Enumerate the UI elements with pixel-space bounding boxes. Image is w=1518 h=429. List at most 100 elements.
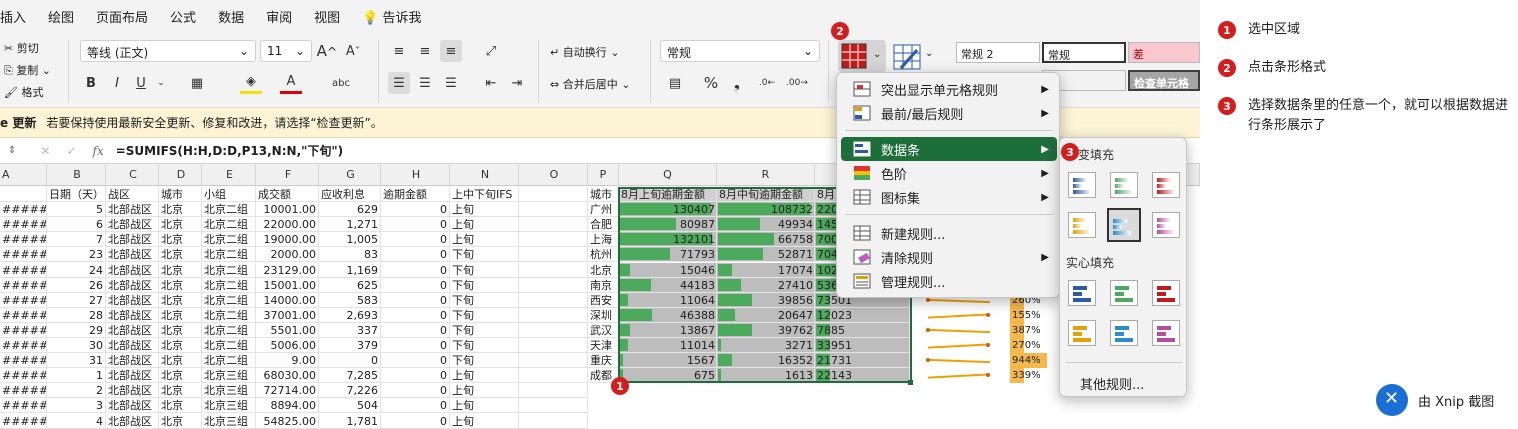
table-cell[interactable]: 1 — [47, 368, 106, 384]
italic-button[interactable]: I — [106, 72, 128, 94]
cut-button[interactable]: ✂ 剪切 — [4, 40, 39, 56]
format-painter-button[interactable]: 🖌 格式 — [4, 84, 43, 100]
column-header[interactable]: P — [588, 164, 619, 186]
table-cell[interactable]: 北部战区 — [106, 413, 159, 429]
column-header[interactable]: N — [450, 164, 519, 186]
table-cell[interactable]: 北京 — [159, 368, 202, 384]
more-rules-item[interactable]: 其他规则... — [1080, 374, 1144, 393]
pivot-city[interactable]: 天津 — [588, 338, 619, 353]
table-cell[interactable]: 北京三组 — [202, 383, 256, 399]
pivot-city[interactable]: 合肥 — [588, 217, 619, 233]
header-cell[interactable]: 应收利息 — [319, 187, 381, 202]
table-cell[interactable]: 0 — [381, 247, 450, 263]
table-cell[interactable]: 上旬 — [450, 383, 519, 399]
table-cell[interactable]: ###### — [0, 262, 47, 278]
table-cell[interactable]: ###### — [0, 338, 47, 353]
solid-data-bar-option[interactable] — [1068, 320, 1096, 346]
table-cell[interactable]: 1,781 — [319, 413, 381, 429]
table-cell[interactable]: 22000.00 — [256, 217, 319, 233]
table-cell[interactable]: 0 — [319, 353, 381, 369]
percent-button[interactable]: % — [700, 72, 722, 94]
table-cell[interactable]: 上旬 — [450, 398, 519, 414]
format-as-table-button[interactable] — [890, 42, 924, 72]
table-cell[interactable]: 0 — [381, 202, 450, 218]
menu-highlight-cells-rules[interactable]: 突出显示单元格规则 ▶ — [841, 77, 1057, 101]
style-normal[interactable]: 常规 — [1042, 42, 1126, 63]
header-cell[interactable]: 成交额 — [256, 187, 319, 202]
phonetic-button[interactable]: abc — [330, 72, 352, 94]
fill-color-button[interactable]: ◈ — [240, 72, 262, 94]
confirm-icon[interactable]: ✓ — [66, 144, 76, 158]
gradient-data-bar-option[interactable] — [1068, 212, 1096, 238]
style-bad[interactable]: 差 — [1128, 42, 1200, 63]
table-cell[interactable]: 1,005 — [319, 232, 381, 248]
table-cell[interactable]: 北部战区 — [106, 307, 159, 323]
cancel-icon[interactable]: ✕ — [40, 144, 50, 158]
header-cell[interactable]: 战区 — [106, 187, 159, 202]
table-cell[interactable]: 北京二组 — [202, 262, 256, 278]
table-cell[interactable]: 北京二组 — [202, 307, 256, 323]
table-cell[interactable]: 29 — [47, 322, 106, 338]
table-cell[interactable]: 583 — [319, 292, 381, 308]
percent-cell[interactable]: 387% — [1010, 322, 1056, 338]
table-cell[interactable]: 北部战区 — [106, 353, 159, 369]
header-cell[interactable] — [519, 187, 588, 202]
table-cell[interactable]: 北京 — [159, 398, 202, 414]
table-cell[interactable]: 0 — [381, 353, 450, 369]
pivot-header[interactable]: 城市 — [588, 187, 619, 202]
table-cell[interactable]: 2 — [47, 383, 106, 399]
formula-input[interactable]: =SUMIFS(H:H,D:D,P13,N:N,"下旬") — [116, 142, 343, 159]
table-cell[interactable]: 北京二组 — [202, 292, 256, 308]
table-cell[interactable]: 北京 — [159, 232, 202, 248]
copy-button[interactable]: ⎘ 复制 ⌄ — [4, 62, 51, 78]
table-cell[interactable]: 北部战区 — [106, 338, 159, 353]
table-cell[interactable]: 北京二组 — [202, 202, 256, 218]
number-format-select[interactable]: 常规 ⌄ — [660, 40, 820, 62]
table-cell[interactable]: 28 — [47, 307, 106, 323]
menu-data[interactable]: 数据 — [218, 7, 244, 26]
header-cell[interactable]: 城市 — [159, 187, 202, 202]
table-cell[interactable]: 68030.00 — [256, 368, 319, 384]
table-cell[interactable]: 北京三组 — [202, 398, 256, 414]
table-cell[interactable]: 31 — [47, 353, 106, 369]
table-cell[interactable]: 629 — [319, 202, 381, 218]
table-cell[interactable] — [519, 232, 588, 248]
table-cell[interactable]: 北部战区 — [106, 247, 159, 263]
gradient-data-bar-option[interactable] — [1152, 212, 1180, 238]
table-cell[interactable] — [519, 383, 588, 399]
align-center-button[interactable]: ☰ — [414, 72, 436, 94]
table-cell[interactable]: 2000.00 — [256, 247, 319, 263]
table-cell[interactable]: 北部战区 — [106, 262, 159, 278]
table-cell[interactable]: 上旬 — [450, 413, 519, 429]
table-cell[interactable] — [519, 247, 588, 263]
percent-cell[interactable]: 155% — [1010, 307, 1056, 323]
column-header[interactable]: D — [159, 164, 202, 186]
header-cell[interactable] — [0, 187, 47, 202]
table-cell[interactable]: 5 — [47, 202, 106, 218]
table-cell[interactable]: 上旬 — [450, 232, 519, 248]
table-cell[interactable]: 北京二组 — [202, 353, 256, 369]
table-cell[interactable]: 下旬 — [450, 307, 519, 323]
pivot-city[interactable]: 杭州 — [588, 247, 619, 263]
pivot-city[interactable]: 重庆 — [588, 353, 619, 369]
table-cell[interactable]: 北京 — [159, 413, 202, 429]
table-cell[interactable]: 23129.00 — [256, 262, 319, 278]
table-cell[interactable]: 0 — [381, 277, 450, 293]
table-cell[interactable]: ###### — [0, 398, 47, 414]
table-cell[interactable]: 0 — [381, 368, 450, 384]
table-cell[interactable] — [519, 262, 588, 278]
table-cell[interactable]: 625 — [319, 277, 381, 293]
table-cell[interactable]: 7 — [47, 232, 106, 248]
table-cell[interactable]: 8894.00 — [256, 398, 319, 414]
table-cell[interactable] — [519, 277, 588, 293]
decrease-indent-button[interactable]: ⇤ — [480, 72, 502, 94]
solid-data-bar-option[interactable] — [1152, 280, 1180, 306]
table-cell[interactable]: 24 — [47, 262, 106, 278]
table-cell[interactable]: 下旬 — [450, 338, 519, 353]
table-cell[interactable]: ###### — [0, 202, 47, 218]
table-cell[interactable]: 1,271 — [319, 217, 381, 233]
menu-data-bars[interactable]: 数据条 ▶ — [841, 137, 1057, 161]
table-cell[interactable] — [519, 322, 588, 338]
orientation-button[interactable]: ⤢ — [480, 40, 502, 62]
table-cell[interactable]: 北京二组 — [202, 247, 256, 263]
